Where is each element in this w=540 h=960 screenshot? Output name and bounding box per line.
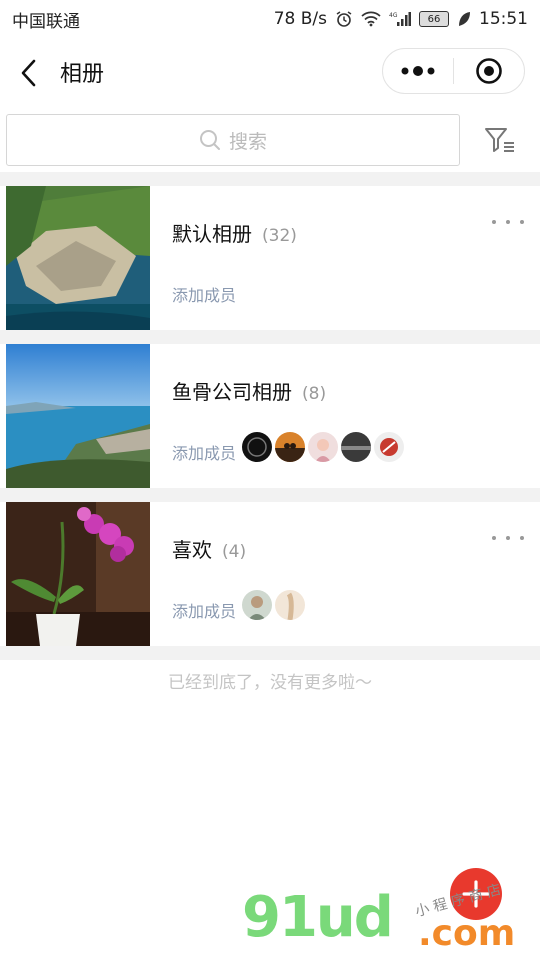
list-divider (0, 330, 540, 344)
search-icon (199, 130, 220, 150)
filter-button[interactable] (482, 122, 518, 158)
album-photo-count: (8) (302, 384, 327, 404)
avatar[interactable] (275, 432, 305, 462)
search-placeholder: 搜索 (228, 130, 267, 153)
avatar[interactable] (341, 432, 371, 462)
album-title-row: 默认相册 (32) (172, 218, 297, 247)
album-item[interactable]: 默认相册 (32) 添加成员 (0, 186, 540, 330)
signal-4g-icon: 4G (389, 11, 411, 27)
album-name: 默认相册 (172, 222, 252, 246)
list-divider (0, 646, 540, 660)
wifi-icon (361, 11, 381, 27)
end-of-list-message: 已经到底了，没有更多啦～ (168, 673, 372, 693)
status-indicators: 78 B/s 4G 66 15:51 (274, 9, 528, 29)
alarm-icon (335, 10, 353, 28)
clock-time: 15:51 (479, 9, 528, 29)
add-member-link[interactable]: 添加成员 (172, 282, 236, 306)
list-divider (0, 488, 540, 502)
album-item[interactable]: 喜欢 (4) 添加成员 (0, 502, 540, 646)
avatar[interactable] (308, 432, 338, 462)
album-photo-count: (32) (262, 226, 297, 246)
album-title-row: 喜欢 (4) (172, 534, 246, 563)
watermark-domain: .com (418, 913, 516, 954)
search-input[interactable]: 搜索 (6, 114, 460, 166)
status-bar: 中国联通 78 B/s 4G 66 15:51 (0, 0, 540, 38)
avatar[interactable] (242, 590, 272, 620)
album-more-button[interactable] (492, 530, 524, 546)
capsule-close-button[interactable] (454, 49, 524, 93)
capsule-more-button[interactable] (383, 49, 453, 93)
dot (492, 536, 496, 540)
battery-icon: 66 (419, 11, 449, 27)
avatar[interactable] (275, 590, 305, 620)
list-divider (0, 172, 540, 186)
album-list: 默认相册 (32) 添加成员 鱼骨公司相册 (8) 添加成员 喜欢 (4) 添加… (0, 172, 540, 660)
add-member-link[interactable]: 添加成员 (172, 598, 236, 622)
member-avatars (242, 432, 404, 462)
target-close-icon (476, 58, 502, 84)
album-cover-image (6, 502, 150, 646)
add-member-link[interactable]: 添加成员 (172, 440, 236, 464)
nav-bar: 相册 (0, 38, 540, 108)
album-title-row: 鱼骨公司相册 (8) (172, 376, 326, 405)
svg-text:4G: 4G (389, 12, 398, 19)
mini-program-capsule (382, 48, 525, 94)
chevron-left-icon (21, 59, 36, 87)
avatar[interactable] (374, 432, 404, 462)
member-avatars (242, 590, 305, 620)
dot (520, 536, 524, 540)
page-title: 相册 (60, 62, 105, 87)
album-item[interactable]: 鱼骨公司相册 (8) 添加成员 (0, 344, 540, 488)
watermark-logo: 91ud (242, 885, 394, 950)
dot (506, 536, 510, 540)
album-photo-count: (4) (222, 542, 247, 562)
dot (506, 220, 510, 224)
carrier-label: 中国联通 (12, 11, 80, 32)
leaf-icon (457, 11, 471, 27)
dot (492, 220, 496, 224)
album-more-button[interactable] (492, 214, 524, 230)
album-name: 鱼骨公司相册 (172, 380, 292, 404)
filter-icon (485, 128, 514, 152)
album-cover-image (6, 344, 150, 488)
back-button[interactable] (16, 58, 44, 88)
album-name: 喜欢 (172, 538, 212, 562)
dot (520, 220, 524, 224)
avatar[interactable] (242, 432, 272, 462)
more-dots-icon (401, 66, 435, 76)
album-cover-image (6, 186, 150, 330)
network-speed: 78 B/s (273, 9, 327, 29)
